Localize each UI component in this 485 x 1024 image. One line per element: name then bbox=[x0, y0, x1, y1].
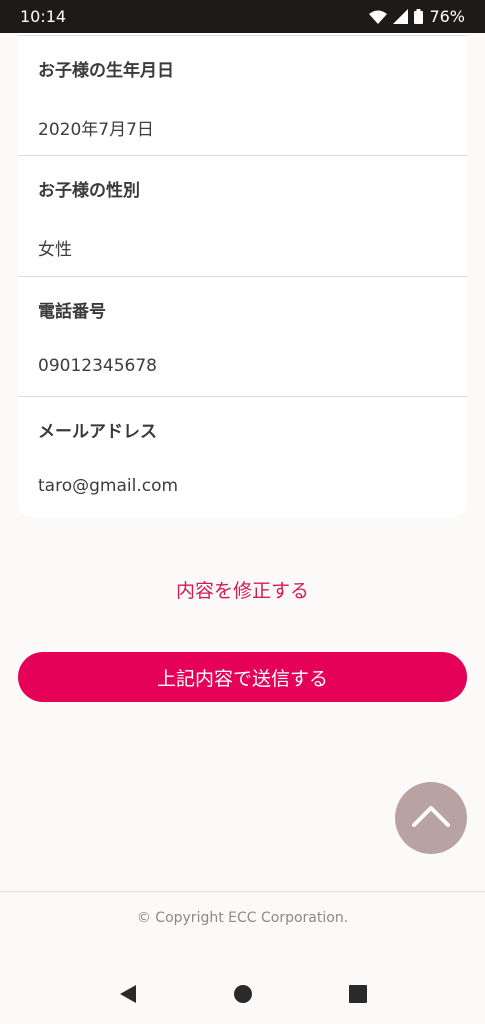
detail-row: 電話番号 09012345678 bbox=[18, 276, 467, 396]
system-nav-bar bbox=[0, 964, 485, 1024]
signal-icon bbox=[393, 9, 409, 24]
copyright-text: © Copyright ECC Corporation. bbox=[136, 910, 349, 926]
home-circle-icon[interactable] bbox=[228, 979, 258, 1009]
scroll-top-button[interactable] bbox=[395, 782, 467, 854]
back-triangle-icon[interactable] bbox=[113, 979, 143, 1009]
status-time: 10:14 bbox=[20, 7, 67, 26]
detail-value: 2020年7月7日 bbox=[38, 120, 154, 140]
detail-label: お子様の性別 bbox=[38, 181, 140, 201]
submit-button-label: 上記内容で送信する bbox=[156, 667, 328, 690]
detail-value: 女性 bbox=[38, 240, 72, 260]
detail-label: メールアドレス bbox=[38, 422, 157, 442]
detail-row: お子様の性別 女性 bbox=[18, 155, 467, 275]
status-icons: 76% bbox=[369, 7, 465, 26]
recents-square-icon[interactable] bbox=[343, 979, 373, 1009]
battery-percent: 76% bbox=[429, 7, 465, 26]
footer-divider bbox=[0, 891, 485, 892]
battery-icon bbox=[414, 9, 424, 24]
detail-row: メールアドレス taro@gmail.com bbox=[18, 396, 467, 516]
submit-button[interactable]: 上記内容で送信する bbox=[18, 652, 467, 702]
chevron-up-icon bbox=[411, 804, 451, 832]
detail-label: お子様の生年月日 bbox=[38, 61, 174, 81]
confirmation-card: お子様の生年月日 2020年7月7日 お子様の性別 女性 電話番号 090123… bbox=[18, 33, 467, 517]
edit-link[interactable]: 内容を修正する bbox=[0, 576, 485, 603]
detail-label: 電話番号 bbox=[38, 302, 106, 322]
detail-row: お子様の生年月日 2020年7月7日 bbox=[18, 35, 467, 155]
detail-value: taro@gmail.com bbox=[38, 476, 179, 496]
status-bar: 10:14 76% bbox=[0, 0, 485, 33]
wifi-icon bbox=[369, 10, 388, 24]
detail-value: 09012345678 bbox=[38, 356, 157, 376]
